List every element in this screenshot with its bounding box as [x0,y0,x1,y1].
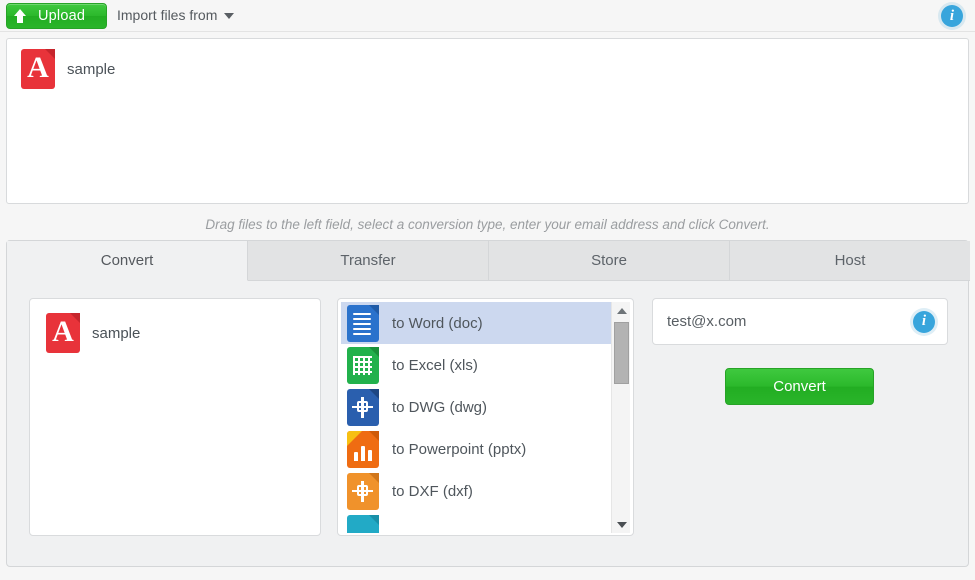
powerpoint-file-icon [347,430,379,468]
conversion-type-partial[interactable] [341,512,613,533]
email-input[interactable] [665,312,913,331]
conversion-type-powerpoint-label: to Powerpoint (pptx) [392,440,527,458]
import-files-from-dropdown[interactable]: Import files from [117,7,235,23]
tab-store-label: Store [591,252,627,269]
selected-file-item[interactable]: A sample [46,313,140,353]
word-file-icon [347,304,379,342]
teal-file-icon [347,514,379,533]
dwg-file-icon [347,388,379,426]
conversion-type-dwg-label: to DWG (dwg) [392,398,488,416]
email-field[interactable]: i [652,298,948,345]
uploaded-file-name: sample [67,60,116,78]
dropzone-hint-text: Drag files to the left field, select a c… [205,217,770,232]
scroll-up-arrow-icon[interactable] [612,302,631,319]
dxf-file-icon [347,472,379,510]
chevron-down-icon [224,13,235,19]
top-toolbar: Upload Import files from i [0,0,975,32]
excel-file-icon [347,346,379,384]
pdf-file-icon-glyph: A [27,51,49,84]
tab-transfer-label: Transfer [340,252,396,269]
tab-bar: Convert Transfer Store Host [7,241,970,281]
conversion-type-dxf-label: to DXF (dxf) [392,482,473,500]
upload-button[interactable]: Upload [6,3,107,29]
conversion-types-scrollbar[interactable] [611,302,630,533]
conversion-type-word[interactable]: to Word (doc) [341,302,613,344]
pdf-file-icon: A [21,49,55,89]
conversion-type-powerpoint[interactable]: to Powerpoint (pptx) [341,428,613,470]
uploaded-file-item[interactable]: A sample [21,49,115,89]
tab-convert-label: Convert [100,252,154,269]
tab-transfer[interactable]: Transfer [248,241,489,281]
upload-arrow-icon [14,8,29,24]
conversion-type-word-label: to Word (doc) [392,314,483,332]
conversion-type-excel-label: to Excel (xls) [392,356,478,374]
convert-tab-content: A sample to Word (doc) to Excel (xls) to… [7,281,970,567]
conversion-type-dwg[interactable]: to DWG (dwg) [341,386,613,428]
selected-file-name: sample [92,324,141,342]
import-files-from-label: Import files from [117,7,218,23]
scroll-down-arrow-icon[interactable] [612,516,631,533]
conversion-types-list[interactable]: to Word (doc) to Excel (xls) to DWG (dwg… [341,302,613,533]
conversion-type-excel[interactable]: to Excel (xls) [341,344,613,386]
tab-convert[interactable]: Convert [7,241,248,281]
pdf-file-icon: A [46,313,80,353]
tab-host-label: Host [834,252,866,269]
info-icon[interactable]: i [913,310,935,333]
file-dropzone[interactable]: A sample [6,38,969,204]
upload-button-label: Upload [38,8,86,24]
tab-store[interactable]: Store [489,241,730,281]
pdf-file-icon-glyph: A [52,315,74,348]
selected-files-card: A sample [29,298,321,536]
info-icon[interactable]: i [941,5,963,27]
scrollbar-thumb[interactable] [614,322,629,384]
tab-host[interactable]: Host [730,241,970,281]
conversion-panel: Convert Transfer Store Host A sample to … [6,240,970,567]
convert-button[interactable]: Convert [725,368,874,405]
conversion-type-dxf[interactable]: to DXF (dxf) [341,470,613,512]
conversion-types-card: to Word (doc) to Excel (xls) to DWG (dwg… [337,298,634,536]
